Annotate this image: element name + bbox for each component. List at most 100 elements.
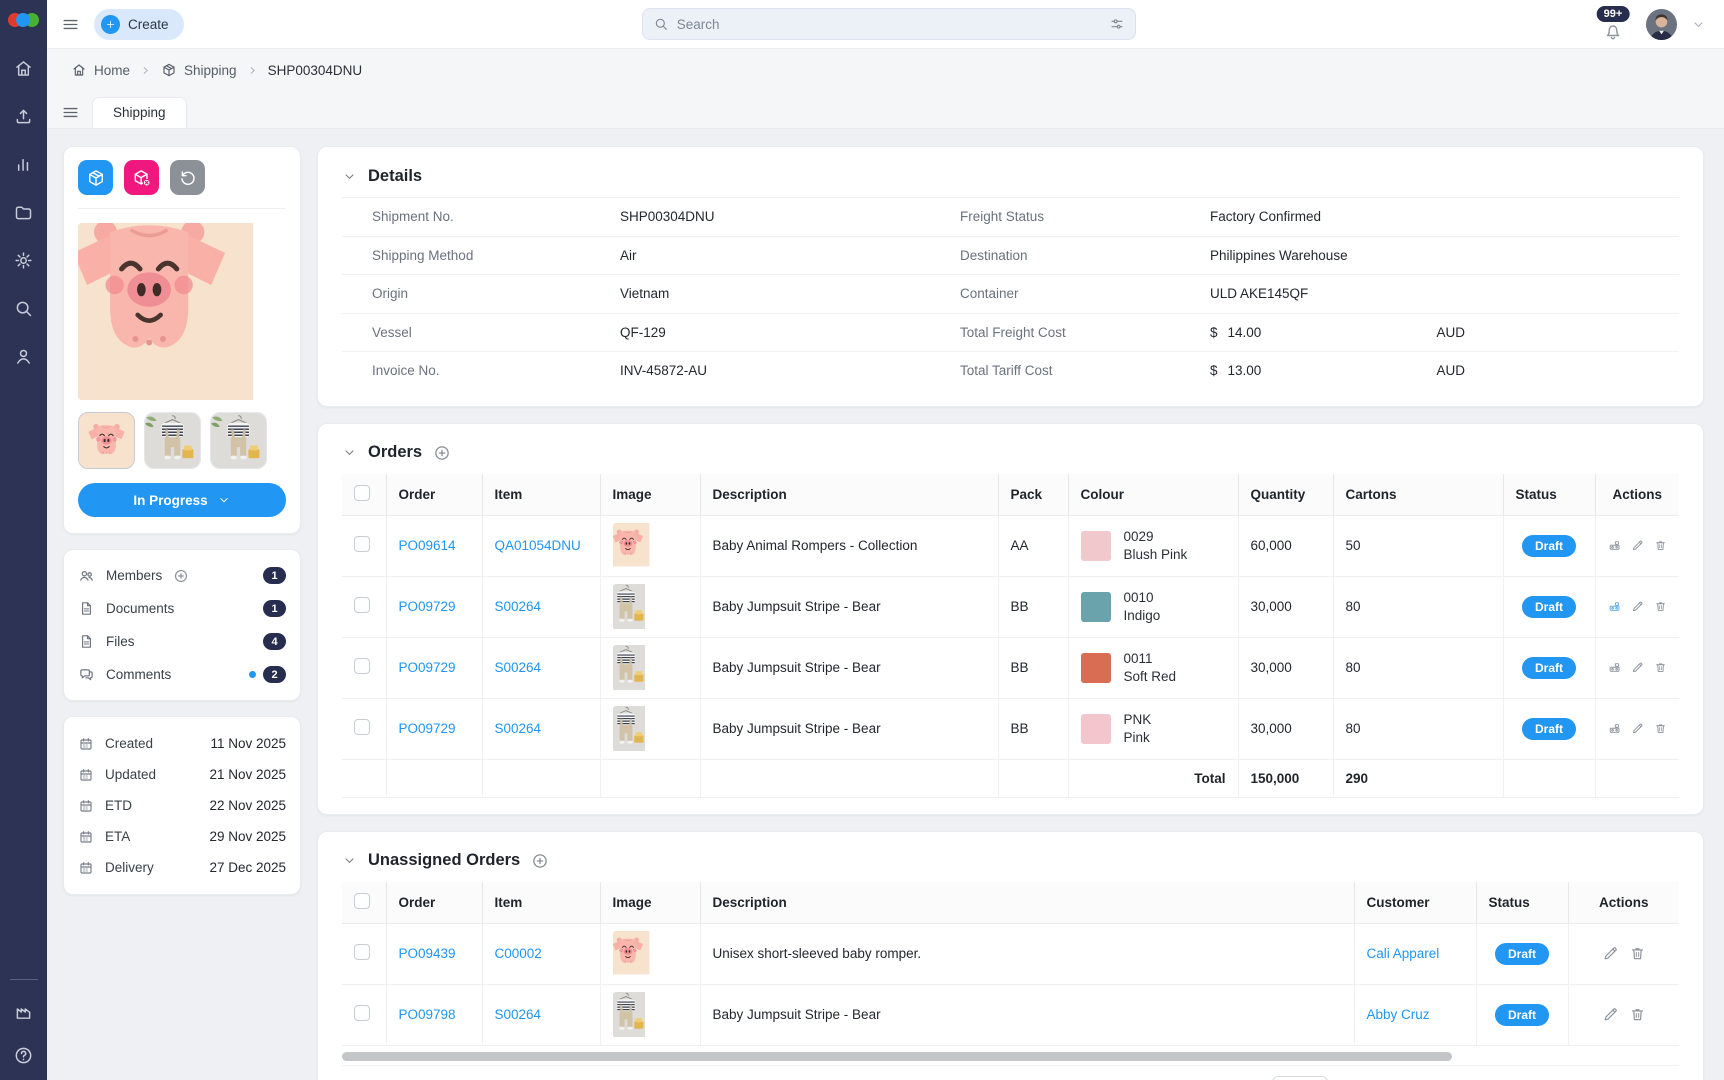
item-link[interactable]: S00264 <box>495 721 542 736</box>
detail-label: Total Tariff Cost <box>960 363 1210 378</box>
order-link[interactable]: PO09729 <box>399 721 456 736</box>
collapse-chevron-icon[interactable] <box>342 169 357 184</box>
column-header[interactable]: Cartons <box>1333 474 1503 516</box>
column-header[interactable]: Item <box>482 882 600 924</box>
cartons-icon[interactable] <box>1608 537 1621 554</box>
edit-icon[interactable] <box>1602 1006 1619 1023</box>
add-unassigned-order-button[interactable] <box>531 852 549 870</box>
customer-link[interactable]: Cali Apparel <box>1367 946 1440 961</box>
column-header[interactable]: Description <box>700 474 998 516</box>
create-button-label: Create <box>128 17 169 32</box>
customer-link[interactable]: Abby Cruz <box>1367 1007 1430 1022</box>
edit-icon[interactable] <box>1631 720 1644 737</box>
row-checkbox[interactable] <box>354 944 370 960</box>
thumbnail-pig-romper[interactable] <box>78 412 135 469</box>
column-header[interactable]: Order <box>386 474 482 516</box>
column-header[interactable]: Pack <box>998 474 1068 516</box>
quantity-value: 60,000 <box>1238 515 1333 576</box>
order-link[interactable]: PO09729 <box>399 599 456 614</box>
factory-icon[interactable] <box>13 1002 34 1023</box>
page-size-select[interactable]: 20 <box>1272 1076 1328 1080</box>
column-header[interactable]: Customer <box>1354 882 1476 924</box>
package-action-button[interactable] <box>78 160 113 195</box>
notifications-button[interactable]: 99+ <box>1594 6 1632 42</box>
cartons-icon[interactable] <box>1608 659 1621 676</box>
package-remove-action-button[interactable] <box>124 160 159 195</box>
row-checkbox[interactable] <box>354 658 370 674</box>
column-header[interactable]: Status <box>1503 474 1595 516</box>
order-link[interactable]: PO09439 <box>399 946 456 961</box>
sidebar-item-documents[interactable]: Documents 1 <box>78 592 286 625</box>
edit-icon[interactable] <box>1631 659 1644 676</box>
search-input[interactable] <box>677 17 1101 32</box>
thumbnail-striped-jumpsuit[interactable] <box>144 412 201 469</box>
order-link[interactable]: PO09798 <box>399 1007 456 1022</box>
user-menu-chevron-icon[interactable] <box>1691 17 1706 32</box>
breadcrumb-shipping[interactable]: Shipping <box>161 62 237 78</box>
item-link[interactable]: S00264 <box>495 1007 542 1022</box>
item-link[interactable]: QA01054DNU <box>495 538 581 553</box>
row-checkbox[interactable] <box>354 597 370 613</box>
sidebar-item-files[interactable]: Files 4 <box>78 625 286 658</box>
user-avatar[interactable] <box>1646 9 1677 40</box>
add-member-icon[interactable] <box>173 568 189 584</box>
order-link[interactable]: PO09614 <box>399 538 456 553</box>
gear-icon[interactable] <box>13 250 34 271</box>
column-header[interactable]: Item <box>482 474 600 516</box>
edit-icon[interactable] <box>1602 945 1619 962</box>
create-button[interactable]: Create <box>94 9 184 40</box>
folder-icon[interactable] <box>13 202 34 223</box>
item-link[interactable]: S00264 <box>495 599 542 614</box>
delete-icon[interactable] <box>1654 659 1667 676</box>
delete-icon[interactable] <box>1654 537 1667 554</box>
search-filter-icon[interactable] <box>1109 16 1125 32</box>
app-logo[interactable] <box>8 12 40 28</box>
cartons-icon[interactable] <box>1608 598 1621 615</box>
add-order-button[interactable] <box>433 444 451 462</box>
delete-icon[interactable] <box>1629 945 1646 962</box>
delete-icon[interactable] <box>1654 598 1667 615</box>
column-header[interactable]: Description <box>700 882 1354 924</box>
thumbnail-striped-jumpsuit[interactable] <box>210 412 267 469</box>
edit-icon[interactable] <box>1631 537 1644 554</box>
column-header[interactable]: Order <box>386 882 482 924</box>
help-icon[interactable] <box>13 1045 34 1066</box>
package-icon <box>86 168 106 188</box>
row-checkbox[interactable] <box>354 536 370 552</box>
order-table-row: PO09729 S00264 Baby Jumpsuit Stripe - Be… <box>342 637 1679 698</box>
delete-icon[interactable] <box>1654 720 1667 737</box>
sidebar-item-comments[interactable]: Comments 2 <box>78 658 286 691</box>
sidebar-item-members[interactable]: Members 1 <box>78 559 286 592</box>
column-header[interactable]: Status <box>1476 882 1568 924</box>
person-icon[interactable] <box>13 346 34 367</box>
upload-icon[interactable] <box>13 106 34 127</box>
colour-code: PNK <box>1124 711 1152 729</box>
column-header[interactable]: Quantity <box>1238 474 1333 516</box>
order-link[interactable]: PO09729 <box>399 660 456 675</box>
home-icon[interactable] <box>13 58 34 79</box>
item-link[interactable]: S00264 <box>495 660 542 675</box>
tab-shipping[interactable]: Shipping <box>92 97 187 128</box>
column-header[interactable]: Image <box>600 882 700 924</box>
collapse-chevron-icon[interactable] <box>342 853 357 868</box>
cartons-icon[interactable] <box>1608 720 1621 737</box>
select-all-checkbox[interactable] <box>354 893 370 909</box>
breadcrumb-home[interactable]: Home <box>71 62 130 78</box>
column-header[interactable]: Colour <box>1068 474 1238 516</box>
status-dropdown-button[interactable]: In Progress <box>78 483 286 517</box>
delete-icon[interactable] <box>1629 1006 1646 1023</box>
collapse-chevron-icon[interactable] <box>342 445 357 460</box>
history-action-button[interactable] <box>170 160 205 195</box>
select-all-checkbox[interactable] <box>354 485 370 501</box>
analytics-icon[interactable] <box>13 154 34 175</box>
edit-icon[interactable] <box>1631 598 1644 615</box>
tab-list-menu-icon[interactable] <box>61 103 80 122</box>
menu-icon[interactable] <box>61 15 80 34</box>
row-checkbox[interactable] <box>354 1005 370 1021</box>
column-header[interactable]: Image <box>600 474 700 516</box>
calendar-icon <box>78 736 94 752</box>
search-icon[interactable] <box>13 298 34 319</box>
row-checkbox[interactable] <box>354 719 370 735</box>
scrollbar-thumb[interactable] <box>342 1052 1452 1061</box>
item-link[interactable]: C00002 <box>495 946 542 961</box>
